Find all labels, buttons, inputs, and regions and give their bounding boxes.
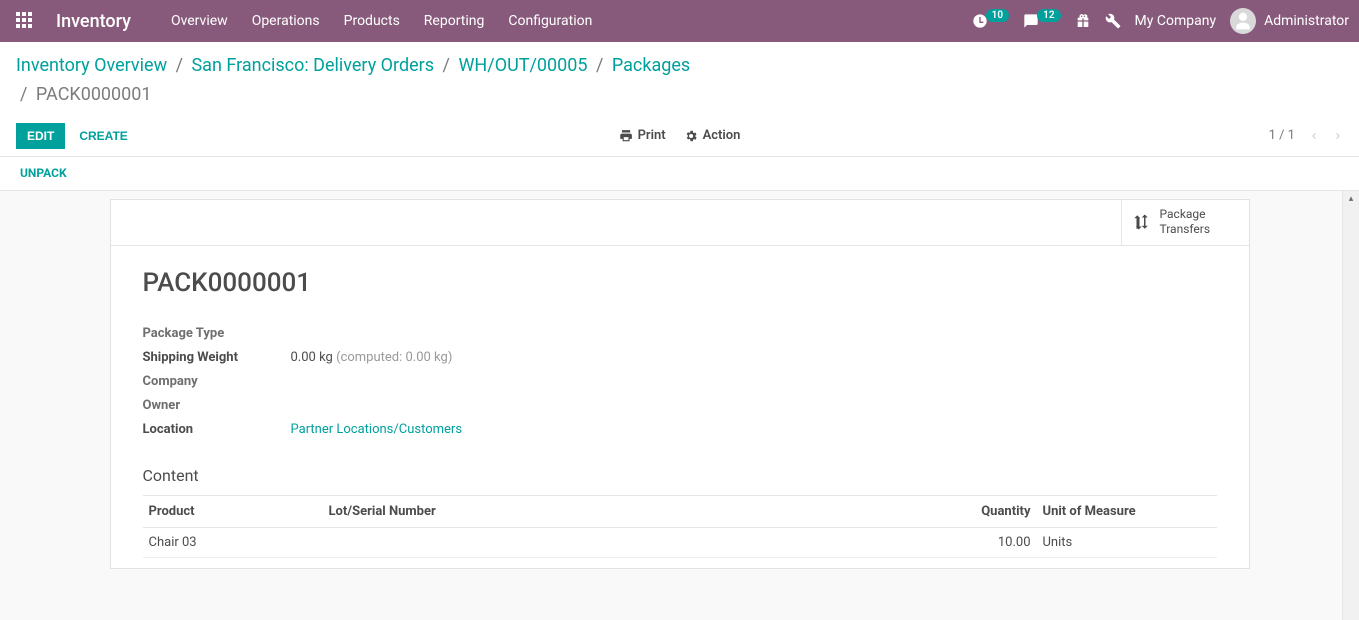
control-panel: Inventory Overview / San Francisco: Deli… [0, 42, 1359, 157]
label-package-type: Package Type [143, 326, 291, 341]
action-button[interactable]: Action [684, 128, 741, 143]
content-table: Product Lot/Serial Number Quantity Unit … [143, 495, 1217, 558]
activity-icon[interactable]: 10 [972, 13, 1009, 29]
value-location[interactable]: Partner Locations/Customers [291, 422, 463, 437]
form-sheet: Package Transfers PACK0000001 Package Ty… [110, 199, 1250, 569]
pager-prev[interactable] [1309, 129, 1319, 143]
nav-reporting[interactable]: Reporting [424, 13, 485, 29]
button-box: Package Transfers [111, 200, 1249, 246]
breadcrumb-packages[interactable]: Packages [612, 55, 690, 76]
company-selector[interactable]: My Company [1135, 13, 1217, 29]
nav-operations[interactable]: Operations [252, 13, 320, 29]
transfers-icon [1132, 211, 1150, 233]
nav-overview[interactable]: Overview [171, 13, 228, 29]
app-brand[interactable]: Inventory [56, 11, 131, 32]
cell-product: Chair 03 [143, 527, 323, 557]
table-row[interactable]: Chair 03 10.00 Units [143, 527, 1217, 557]
nav-right: 10 12 My Company Administrator [972, 8, 1349, 34]
scroll-up-icon[interactable]: ▴ [1343, 191, 1359, 208]
value-shipping-weight: 0.00 kg (computed: 0.00 kg) [291, 350, 453, 365]
user-name: Administrator [1264, 13, 1349, 29]
print-button[interactable]: Print [619, 128, 666, 143]
pager[interactable]: 1 / 1 [1269, 128, 1295, 143]
pager-next[interactable] [1333, 129, 1343, 143]
nav-configuration[interactable]: Configuration [508, 13, 592, 29]
unpack-button[interactable]: Unpack [20, 166, 67, 180]
label-company: Company [143, 374, 291, 389]
label-owner: Owner [143, 398, 291, 413]
col-product[interactable]: Product [143, 495, 323, 527]
cell-qty: 10.00 [937, 527, 1037, 557]
action-label: Action [703, 128, 741, 143]
print-label: Print [638, 128, 666, 143]
breadcrumb: Inventory Overview / San Francisco: Deli… [16, 52, 1343, 110]
user-menu[interactable]: Administrator [1230, 8, 1349, 34]
breadcrumb-transfer[interactable]: WH/OUT/00005 [458, 55, 587, 76]
nav-menu: Overview Operations Products Reporting C… [171, 13, 592, 29]
apps-icon[interactable] [16, 12, 34, 30]
scrollbar[interactable]: ▴ [1342, 191, 1359, 620]
breadcrumb-delivery-orders[interactable]: San Francisco: Delivery Orders [191, 55, 434, 76]
nav-products[interactable]: Products [344, 13, 400, 29]
status-strip: Unpack [0, 157, 1359, 191]
chat-badge: 12 [1037, 9, 1060, 22]
cell-uom: Units [1037, 527, 1217, 557]
print-icon [619, 129, 633, 143]
gift-icon[interactable] [1075, 13, 1091, 29]
content-section-title: Content [143, 466, 1217, 485]
package-transfers-button[interactable]: Package Transfers [1121, 200, 1249, 245]
chat-icon[interactable]: 12 [1023, 13, 1060, 29]
sheet-body: PACK0000001 Package Type Shipping Weight… [111, 246, 1249, 568]
settings-icon[interactable] [1105, 13, 1121, 29]
edit-button[interactable]: Edit [16, 123, 65, 149]
breadcrumb-inventory-overview[interactable]: Inventory Overview [16, 55, 167, 76]
create-button[interactable]: Create [65, 124, 141, 148]
chevron-right-icon [1333, 129, 1343, 143]
top-navbar: Inventory Overview Operations Products R… [0, 0, 1359, 42]
breadcrumb-current: PACK0000001 [36, 84, 152, 105]
label-location: Location [143, 422, 291, 437]
control-center: Print Action [619, 128, 741, 143]
label-shipping-weight: Shipping Weight [143, 350, 291, 365]
col-lot[interactable]: Lot/Serial Number [323, 495, 937, 527]
control-right: 1 / 1 [1269, 128, 1343, 143]
record-title: PACK0000001 [143, 268, 1217, 298]
avatar-icon [1230, 8, 1256, 34]
stat-text: Package Transfers [1160, 207, 1211, 238]
gear-icon [684, 129, 698, 143]
col-uom[interactable]: Unit of Measure [1037, 495, 1217, 527]
content-area: Package Transfers PACK0000001 Package Ty… [0, 191, 1359, 620]
col-qty[interactable]: Quantity [937, 495, 1037, 527]
chevron-left-icon [1309, 129, 1319, 143]
activity-badge: 10 [986, 9, 1009, 22]
control-row: Edit Create Print Action 1 / 1 [16, 116, 1343, 156]
cell-lot [323, 527, 937, 557]
